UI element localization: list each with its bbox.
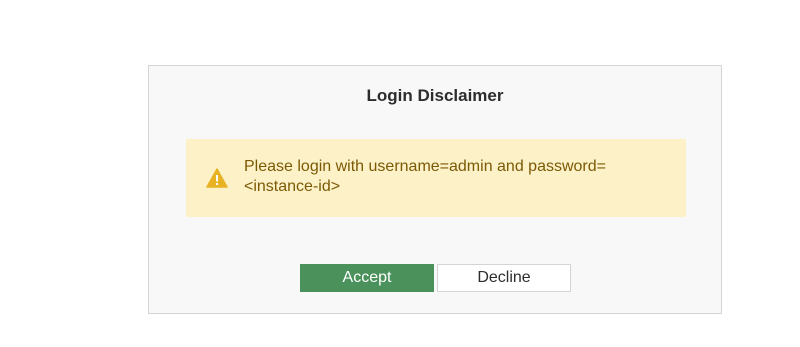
warning-icon xyxy=(206,168,228,188)
login-disclaimer-dialog: Login Disclaimer Please login with usern… xyxy=(148,65,722,314)
disclaimer-message: Please login with username=admin and pas… xyxy=(244,158,606,195)
dialog-title: Login Disclaimer xyxy=(366,86,504,105)
decline-button[interactable]: Decline xyxy=(437,264,571,292)
disclaimer-warning-box: Please login with username=admin and pas… xyxy=(186,139,686,217)
accept-button[interactable]: Accept xyxy=(300,264,434,292)
